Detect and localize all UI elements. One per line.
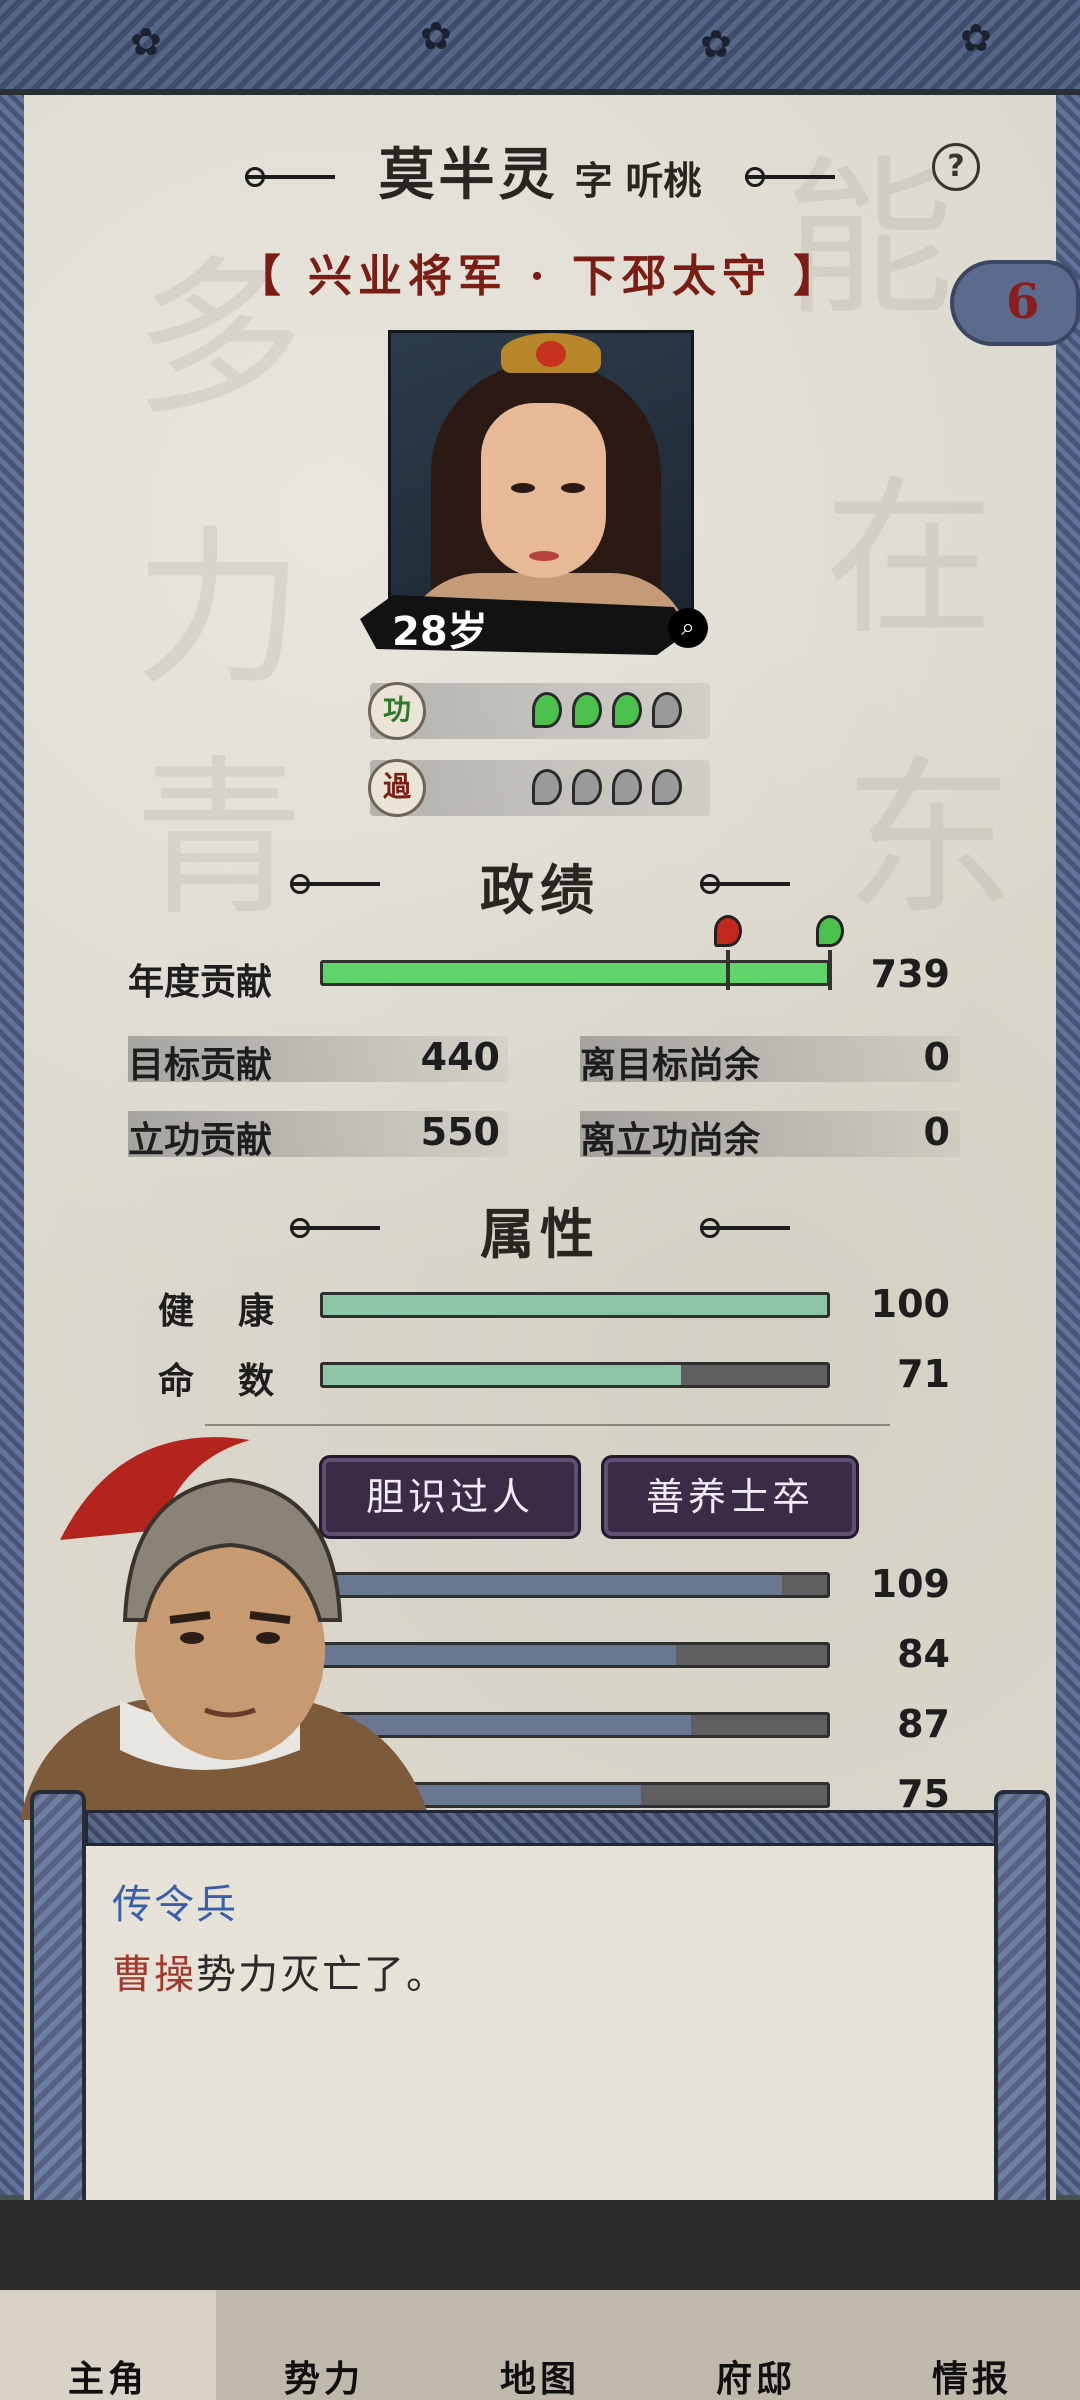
help-icon[interactable]: ?: [932, 143, 980, 191]
tab-label: 势力: [283, 2358, 364, 2400]
tab-label: 地图: [499, 2358, 580, 2400]
merit-contribution-value: 550: [420, 1110, 500, 1154]
dialog-message: 曹操势力灭亡了。: [112, 1942, 448, 2000]
annual-contribution-fill: [323, 963, 827, 983]
tab-intel[interactable]: 情报: [864, 2290, 1080, 2400]
right-border: [1056, 95, 1080, 2195]
tab-mansion[interactable]: 府邸: [648, 2290, 864, 2400]
remaining-merit-label: 离立功尚余: [580, 1119, 761, 1161]
lifespan-fill: [323, 1365, 681, 1385]
health-fill: [323, 1295, 827, 1315]
trait-button-soldiers[interactable]: 善养士卒: [604, 1458, 856, 1536]
merit-contribution-label: 立功贡献: [128, 1119, 273, 1161]
annual-contribution-bar: [320, 960, 830, 986]
target-contribution-value: 440: [420, 1035, 500, 1079]
merit-marker-icon: [816, 915, 844, 947]
lifespan-bar: [320, 1362, 830, 1388]
plum-flower-icon: ✿: [420, 14, 452, 58]
dialog-speaker: 传令兵: [112, 1882, 238, 1928]
merit-magatama-icon: [612, 692, 642, 728]
tab-protagonist[interactable]: 主角: [0, 2290, 216, 2400]
health-value: 100: [870, 1282, 950, 1326]
dialog-top-border: [85, 1810, 1005, 1846]
remaining-target-value: 0: [923, 1035, 950, 1079]
badge-count: 6: [1006, 274, 1040, 330]
office-title: 【 兴业将军 · 下邳太守 】: [236, 251, 844, 302]
tab-map[interactable]: 地图: [432, 2290, 648, 2400]
lifespan-value: 71: [897, 1352, 950, 1396]
fault-icon: 過: [368, 759, 426, 817]
marker-tick: [828, 950, 832, 990]
ability-value: 109: [870, 1562, 950, 1606]
health-label: 健 康: [158, 1290, 279, 1332]
fault-magatama-icon: [652, 769, 682, 805]
attributes-title: 属性: [480, 1202, 600, 1266]
cloud-badge[interactable]: 6: [950, 260, 1080, 346]
performance-title: 政绩: [480, 858, 600, 922]
messenger-portrait: [20, 1437, 430, 1820]
left-border: [0, 95, 24, 2195]
tab-label: 情报: [931, 2358, 1012, 2400]
annual-contribution-value: 739: [870, 952, 950, 996]
plum-flower-icon: ✿: [130, 20, 162, 64]
target-marker-icon: [714, 915, 742, 947]
message-text: 势力灭亡了。: [196, 1952, 448, 1998]
message-highlight: 曹操: [112, 1952, 196, 1998]
age-text: 28岁: [392, 609, 488, 655]
character-screen: ✿ ✿ ✿ ✿ 多 力 青 能 在 东 莫半灵字 听桃 ? 【 兴业将军 · 下…: [0, 0, 1080, 2400]
merit-icon: 功: [368, 682, 426, 740]
lifespan-label: 命 数: [158, 1360, 279, 1402]
zi-label: 字: [574, 158, 613, 203]
character-portrait: [388, 330, 694, 630]
tab-label: 主角: [67, 2358, 148, 2400]
ability-value: 84: [897, 1632, 950, 1676]
merit-magatama-icon: [532, 692, 562, 728]
tab-label: 府邸: [715, 2358, 796, 2400]
zoom-icon[interactable]: ⌕: [668, 608, 708, 648]
remaining-merit-value: 0: [923, 1110, 950, 1154]
marker-tick: [726, 950, 730, 990]
merit-magatama-icon: [572, 692, 602, 728]
courtesy-name: 听桃: [625, 158, 702, 203]
tab-faction[interactable]: 势力: [216, 2290, 432, 2400]
character-title: 莫半灵字 听桃: [0, 130, 1080, 211]
remaining-target-label: 离目标尚余: [580, 1044, 761, 1086]
fault-magatama-icon: [572, 769, 602, 805]
annual-contribution-label: 年度贡献: [128, 961, 273, 1003]
top-decorative-border: ✿ ✿ ✿ ✿: [0, 0, 1080, 95]
target-contribution-label: 目标贡献: [128, 1044, 273, 1086]
ability-value: 87: [897, 1702, 950, 1746]
character-name: 莫半灵: [378, 142, 559, 208]
fault-magatama-icon: [532, 769, 562, 805]
fault-magatama-icon: [612, 769, 642, 805]
plum-flower-icon: ✿: [700, 22, 732, 66]
plum-flower-icon: ✿: [960, 16, 992, 60]
health-bar: [320, 1292, 830, 1318]
merit-magatama-icon: [652, 692, 682, 728]
